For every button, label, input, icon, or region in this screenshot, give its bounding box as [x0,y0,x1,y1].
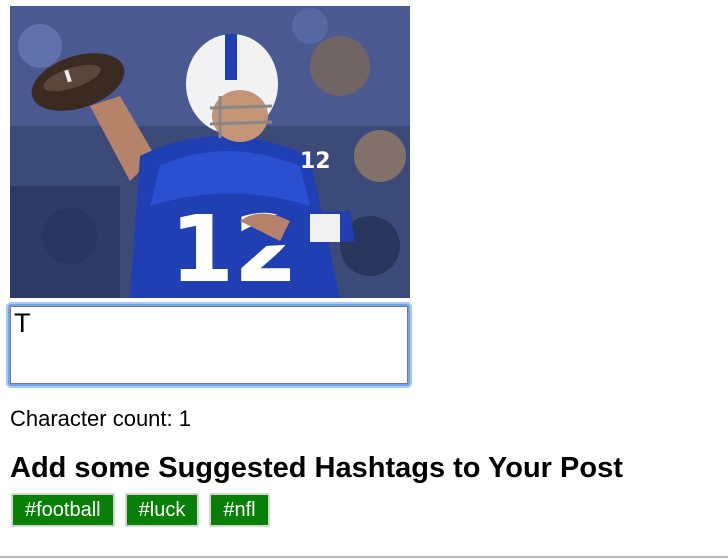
divider [0,556,728,558]
hashtag-heading: Add some Suggested Hashtags to Your Post [10,452,623,484]
hashtag-button-football[interactable]: #football [11,493,115,527]
hashtag-button-luck[interactable]: #luck [124,493,200,527]
hashtag-button-nfl[interactable]: #nfl [209,493,270,527]
character-count-label: Character count: [10,406,173,431]
character-count: Character count: 1 [10,406,191,432]
post-text-field[interactable]: T [8,304,410,386]
page: 12 12 T Character count: 1 Add some Sugg… [0,0,728,560]
post-photo: 12 12 [10,6,410,298]
character-count-value: 1 [178,406,192,431]
svg-text:12: 12 [170,196,298,298]
hashtag-list: #football #luck #nfl [11,493,270,527]
svg-text:12: 12 [300,149,331,174]
post-textarea[interactable]: T [10,306,408,384]
